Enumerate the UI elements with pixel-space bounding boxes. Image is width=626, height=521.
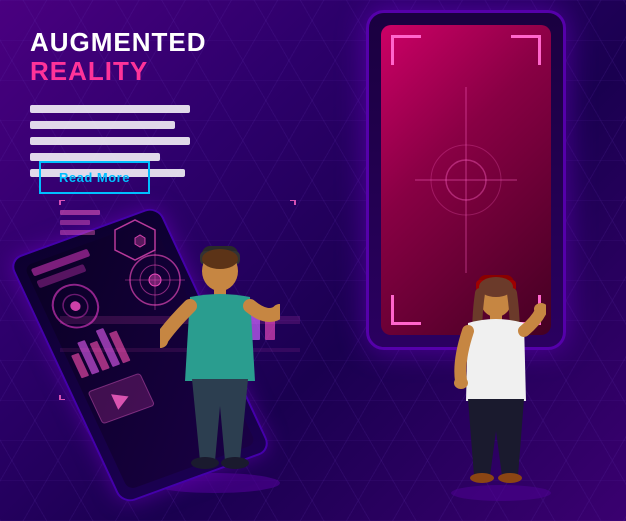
title-area: AUGMENTED REALITY <box>30 28 207 85</box>
scene-container: AUGMENTED REALITY Read More <box>0 0 626 521</box>
text-line-3 <box>30 137 190 145</box>
title-line2: REALITY <box>30 57 207 86</box>
woman-character <box>446 271 546 491</box>
read-more-button[interactable]: Read More <box>39 161 150 194</box>
woman-figure-icon <box>446 271 546 491</box>
title-line1: AUGMENTED <box>30 28 207 57</box>
man-figure-icon <box>160 241 280 481</box>
text-line-2 <box>30 121 175 129</box>
man-character <box>160 241 280 481</box>
text-line-1 <box>30 105 190 113</box>
text-line-4 <box>30 153 160 161</box>
